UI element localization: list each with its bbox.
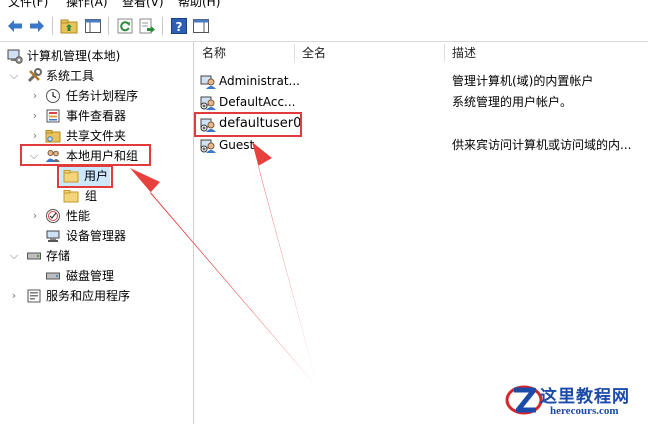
list-item[interactable]: DefaultAcc... 系统管理的用户帐户。 [194,91,648,113]
show-hide-action-pane-icon[interactable] [192,17,210,35]
services-apps-icon [27,289,41,303]
watermark: 这里教程网 herecours.com [500,378,648,424]
disabled-user-icon [200,139,216,153]
computer-management-icon [7,49,23,64]
clock-icon [46,89,60,103]
watermark-url: herecours.com [550,405,619,417]
user-account-icon [200,75,216,89]
tree-event-viewer[interactable]: › 事件查看器 [0,106,193,126]
menu-help[interactable]: 帮助(H) [178,0,220,11]
disabled-user-icon [200,96,216,110]
tree-storage[interactable]: ⌵ 存储 [0,246,193,266]
highlight-defaultuser0 [194,112,302,137]
chevron-right-icon[interactable]: › [29,126,41,146]
chevron-right-icon[interactable]: › [29,106,41,126]
show-hide-tree-icon[interactable] [84,17,102,35]
menu-file[interactable]: 文件(F) [8,0,48,11]
export-list-icon[interactable] [138,17,156,35]
menu-view[interactable]: 查看(V) [122,0,164,11]
chevron-right-icon[interactable]: › [29,206,41,226]
tree-shared-folders[interactable]: › 共享文件夹 [0,126,193,146]
shared-folder-icon [45,130,61,143]
storage-icon [27,252,41,260]
toolbar-separator [108,17,109,35]
tree-task-scheduler[interactable]: › 任务计划程序 [0,86,193,106]
menu-bar: 文件(F) 操作(A) 查看(V) 帮助(H) [0,0,648,11]
list-item[interactable]: Administrat... 管理计算机(域)的内置帐户 [194,70,648,92]
watermark-logo-icon [505,385,543,415]
column-divider[interactable] [294,44,295,62]
column-header-full-name[interactable]: 全名 [302,42,326,64]
menu-action[interactable]: 操作(A) [66,0,108,11]
event-viewer-icon [46,109,60,123]
toolbar-separator [162,17,163,35]
chevron-down-icon[interactable]: ⌵ [8,66,20,86]
help-icon[interactable]: ? [170,17,188,35]
highlight-local-users-groups [20,144,151,166]
user-list: 名称 全名 描述 Administrat... 管理计算机(域)的内置帐户 De… [194,42,648,424]
tree-groups[interactable]: 组 [0,186,193,206]
list-item[interactable]: Guest 供来宾访问计算机或访问域的内... [194,134,648,156]
disk-management-icon [46,272,60,280]
device-manager-icon [46,230,60,242]
system-tools-icon [27,68,42,83]
column-header-name[interactable]: 名称 [202,42,226,64]
tree-system-tools[interactable]: ⌵ 系统工具 [0,66,193,86]
tree-root[interactable]: 计算机管理(本地) [0,46,193,66]
tree-services-apps[interactable]: › 服务和应用程序 [0,286,193,306]
chevron-right-icon[interactable]: › [29,86,41,106]
toolbar-separator [52,17,53,35]
column-header-description[interactable]: 描述 [452,42,476,64]
tree-performance[interactable]: › 性能 [0,206,193,226]
svg-text:?: ? [176,20,183,34]
highlight-users [57,165,113,188]
performance-icon [46,209,60,223]
chevron-down-icon[interactable]: ⌵ [8,246,20,266]
toolbar: ? [0,11,648,42]
column-divider[interactable] [444,44,445,62]
tree-disk-management[interactable]: 磁盘管理 [0,266,193,286]
tree-device-manager[interactable]: 设备管理器 [0,226,193,246]
chevron-right-icon[interactable]: › [8,286,20,306]
watermark-title: 这里教程网 [540,387,630,407]
folder-icon [63,190,79,203]
forward-icon[interactable] [28,17,46,35]
up-folder-icon[interactable] [60,17,78,35]
console-tree: 计算机管理(本地) ⌵ 系统工具 › 任务计划程序 › 事件查看器 › 共享文件… [0,42,194,424]
refresh-icon[interactable] [116,17,134,35]
back-icon[interactable] [6,17,24,35]
